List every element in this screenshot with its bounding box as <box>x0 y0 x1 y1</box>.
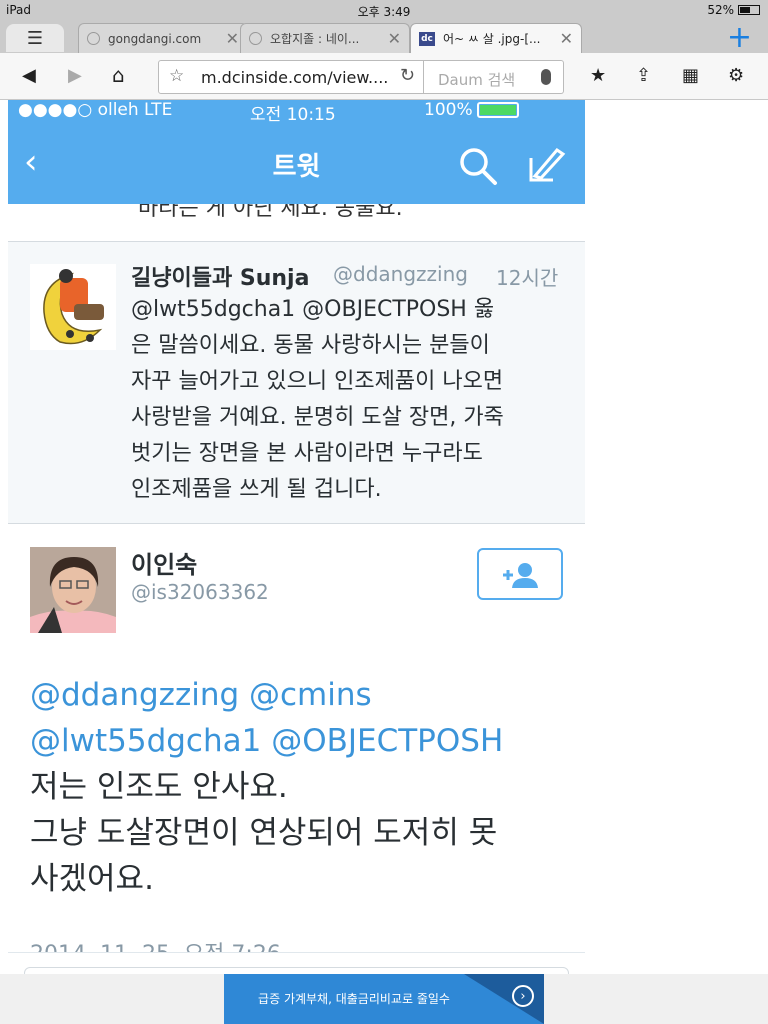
phone-battery-percent: 100% <box>424 100 473 120</box>
bookmarks-icon[interactable]: ★ <box>590 65 606 86</box>
browser-toolbar: ◀ ▶ ⌂ ☆ m.dcinside.com/view.... ↻ Daum 검… <box>0 53 768 100</box>
menu-icon[interactable]: ☰ <box>6 24 64 52</box>
avatar <box>30 264 116 350</box>
tweet-mentions: @ddangzzing @cmins <box>30 677 372 713</box>
tweet-author-handle: @is32063362 <box>131 580 269 604</box>
add-user-icon <box>503 563 538 588</box>
phone-battery-icon <box>476 102 519 118</box>
clock: 오후 3:49 <box>357 5 411 19</box>
tab-ohapjijol[interactable]: 오합지졸 : 네이... ✕ <box>240 23 410 53</box>
tab-label: gongdangi.com <box>108 31 202 46</box>
ad-banner[interactable]: 급증 가계부채, 대출금리비교로 줄일수 › <box>224 974 544 1024</box>
tweet-text-line: 저는 인조도 안사요. <box>30 769 288 805</box>
reload-icon[interactable]: ↻ <box>400 65 415 86</box>
battery-icon <box>738 5 760 15</box>
header-title: 트윗 <box>272 152 321 182</box>
follow-button <box>477 548 563 600</box>
home-icon[interactable]: ⌂ <box>112 63 125 87</box>
forward-icon[interactable]: ▶ <box>68 65 82 86</box>
tweet-mentions: @lwt55dgcha1 @OBJECTPOSH <box>30 723 504 759</box>
reply-box <box>8 952 585 975</box>
carrier: ●●●●○ olleh LTE <box>18 100 173 120</box>
tab-active[interactable]: dc 어~ ㅆ 살 .jpg-[... ✕ <box>410 23 582 53</box>
gear-icon[interactable]: ⚙ <box>728 65 744 86</box>
ad-bar: 급증 가계부채, 대출금리비교로 줄일수 › <box>0 974 768 1024</box>
tweet-text-line: 그냥 도살장면이 연상되어 도저히 못 <box>30 815 498 851</box>
reply-tweet: 길냥이들과 Sunja @ddangzzing 12시간 @lwt55dgcha… <box>8 241 585 524</box>
dc-logo-icon: dc <box>419 31 435 46</box>
search-icon <box>460 148 497 185</box>
search-input[interactable]: Daum 검색 <box>424 60 564 94</box>
compose-icon <box>529 148 566 182</box>
globe-icon <box>87 32 100 45</box>
reply-author-name: 길냥이들과 Sunja <box>131 266 310 291</box>
new-tab-icon[interactable]: + <box>727 20 752 55</box>
reply-author-handle: @ddangzzing <box>333 262 468 286</box>
close-icon[interactable]: ✕ <box>388 29 401 48</box>
url-text: m.dcinside.com/view.... <box>201 68 389 87</box>
bookmark-star-icon[interactable]: ☆ <box>169 66 184 86</box>
tweet-screenshot: ●●●●○ olleh LTE 오전 10:15 100% ‹ 트윗 바라는 게… <box>8 100 585 975</box>
ad-text: 급증 가계부채, 대출금리비교로 줄일수 <box>258 992 450 1006</box>
share-icon[interactable]: ⇪ <box>636 65 651 86</box>
ipad-status-bar: iPad 오후 3:49 52% <box>0 0 768 20</box>
battery-percent: 52% <box>707 3 734 17</box>
back-icon[interactable]: ◀ <box>22 65 36 86</box>
close-icon[interactable]: ✕ <box>226 29 239 48</box>
phone-clock: 오전 10:15 <box>250 105 336 125</box>
cutoff-previous-text: 바라는 게 아닌 세요. 동물요. <box>138 204 403 221</box>
tweet-body: @ddangzzing @cmins @lwt55dgcha1 @OBJECTP… <box>30 672 580 902</box>
tabs-grid-icon[interactable]: ▦ <box>682 65 699 86</box>
close-icon[interactable]: ✕ <box>560 29 573 48</box>
url-field[interactable]: ☆ m.dcinside.com/view.... ↻ <box>158 60 424 94</box>
twitter-header: ‹ 트윗 <box>8 124 585 204</box>
phone-status-bar: ●●●●○ olleh LTE 오전 10:15 100% <box>8 100 585 125</box>
tab-gongdangi[interactable]: gongdangi.com ✕ <box>78 23 248 53</box>
tab-label: 어~ ㅆ 살 .jpg-[... <box>443 32 541 46</box>
tweet-text-line: 사겠어요. <box>30 861 154 897</box>
tweet-author-name: 이인숙 <box>131 551 198 579</box>
avatar <box>30 547 116 633</box>
tab-bar: ☰ gongdangi.com ✕ 오합지졸 : 네이... ✕ dc 어~ ㅆ… <box>0 20 768 55</box>
globe-icon <box>249 32 262 45</box>
tab-label: 오합지졸 : 네이... <box>270 32 360 46</box>
microphone-icon[interactable] <box>541 69 551 85</box>
reply-time: 12시간 <box>496 266 559 290</box>
reply-body: @lwt55dgcha1 @OBJECTPOSH 옳 은 말씀이세요. 동물 사… <box>131 297 504 502</box>
search-placeholder: Daum 검색 <box>438 71 516 89</box>
arrow-right-icon: › <box>512 985 534 1007</box>
